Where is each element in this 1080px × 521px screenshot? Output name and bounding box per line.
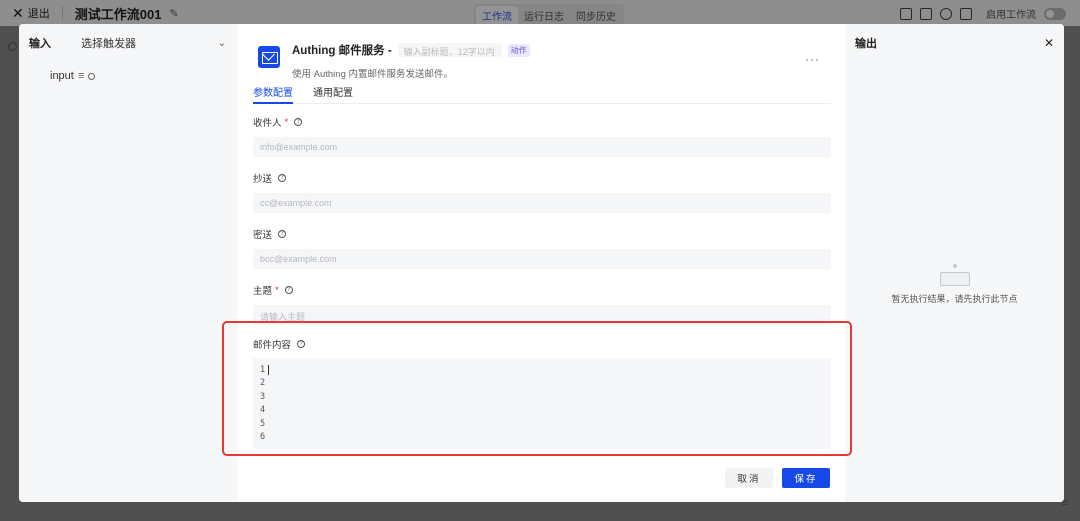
input-param-row[interactable]: input ≡ bbox=[50, 70, 238, 82]
add-node-icon bbox=[8, 42, 17, 51]
recipient-label: 收件人 bbox=[253, 118, 282, 129]
required-mark: * bbox=[275, 284, 279, 296]
more-icon[interactable]: ··· bbox=[805, 52, 820, 66]
required-mark: * bbox=[284, 116, 289, 128]
empty-text: 暂无执行结果，请先执行此节点 bbox=[891, 294, 1018, 304]
help-icon[interactable]: ? bbox=[284, 286, 293, 294]
tab-param-config[interactable]: 参数配置 bbox=[253, 80, 293, 104]
trigger-select[interactable]: 选择触发器 ⌄ bbox=[79, 35, 228, 51]
help-icon[interactable]: ? bbox=[278, 230, 287, 238]
list-icon: ≡ bbox=[77, 70, 85, 82]
cancel-button[interactable]: 取消 bbox=[725, 468, 773, 488]
highlight-annotation bbox=[222, 321, 852, 456]
node-description: 使用 Authing 内置邮件服务发送邮件。 bbox=[292, 69, 453, 80]
input-panel: 输入 选择触发器 ⌄ input ≡ bbox=[19, 24, 238, 502]
cc-field: 抄送 ? cc@example.com bbox=[253, 171, 831, 213]
output-panel: 输出 ✕ 暂无执行结果，请先执行此节点 bbox=[845, 24, 1064, 502]
cc-label: 抄送 bbox=[253, 174, 273, 185]
bcc-label: 密送 bbox=[253, 230, 273, 241]
subtitle-input[interactable]: 输入副标题，12字以内 bbox=[397, 43, 502, 57]
recipient-field: 收件人 * ? info@example.com bbox=[253, 115, 831, 157]
config-tabs: 参数配置 通用配置 bbox=[253, 80, 831, 104]
node-header: Authing 邮件服务 - 输入副标题，12字以内 动作 使用 Authing… bbox=[258, 36, 828, 84]
help-icon[interactable]: ? bbox=[278, 174, 287, 182]
close-icon[interactable]: ✕ bbox=[1044, 36, 1054, 50]
clock-icon bbox=[88, 72, 96, 80]
empty-state: 暂无执行结果，请先执行此节点 bbox=[845, 264, 1064, 305]
node-config-modal: 输入 选择触发器 ⌄ input ≡ Authing 邮件服务 - 输入副标题，… bbox=[19, 24, 1064, 502]
footer-buttons: 取消 保存 bbox=[725, 468, 830, 488]
output-panel-title: 输出 bbox=[855, 38, 877, 50]
recipient-input[interactable]: info@example.com bbox=[253, 137, 831, 157]
bcc-input[interactable]: bcc@example.com bbox=[253, 249, 831, 269]
subject-label: 主题 bbox=[253, 286, 273, 297]
action-tag: 动作 bbox=[507, 43, 530, 57]
cc-input[interactable]: cc@example.com bbox=[253, 193, 831, 213]
mail-icon bbox=[258, 46, 280, 68]
save-button[interactable]: 保存 bbox=[782, 468, 830, 488]
bcc-field: 密送 ? bcc@example.com bbox=[253, 227, 831, 269]
tab-general-config[interactable]: 通用配置 bbox=[313, 80, 353, 103]
subject-field: 主题 * ? 请输入主题 bbox=[253, 283, 831, 325]
trigger-select-value: 选择触发器 bbox=[81, 38, 136, 50]
empty-box-icon bbox=[939, 264, 970, 286]
input-param-name: input bbox=[50, 70, 74, 82]
input-panel-title: 输入 bbox=[29, 38, 51, 50]
chevron-down-icon: ⌄ bbox=[217, 37, 226, 49]
node-title: Authing 邮件服务 - bbox=[292, 45, 392, 57]
help-icon[interactable]: ? bbox=[294, 118, 303, 126]
